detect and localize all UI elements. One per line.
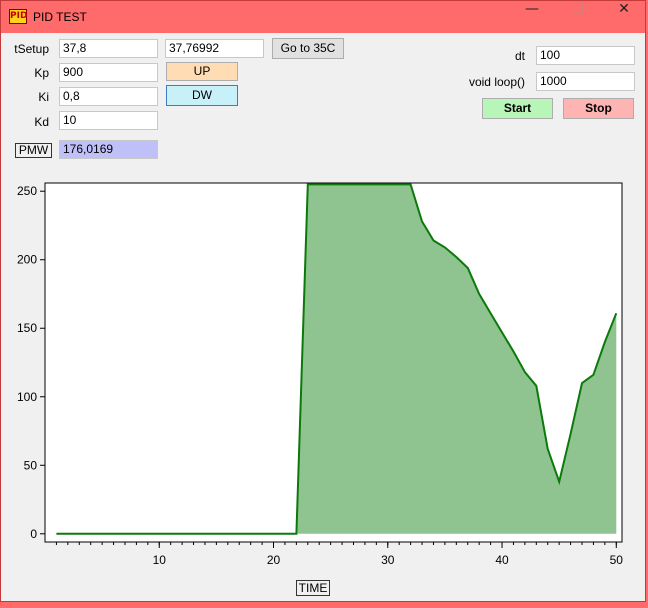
dw-button[interactable]: DW xyxy=(166,85,238,106)
y-tick-label: 50 xyxy=(24,458,38,472)
y-tick-label: 150 xyxy=(17,321,37,335)
void-loop-input[interactable]: 1000 xyxy=(536,72,635,91)
title-bar: PID PID TEST — ☐ ✕ xyxy=(1,1,645,33)
kd-input[interactable]: 10 xyxy=(59,111,158,130)
void-loop-label: void loop() xyxy=(468,75,525,89)
pid-test-window: PID PID TEST — ☐ ✕ tSetup 37,8 37,76992 … xyxy=(0,0,646,602)
close-icon[interactable]: ✕ xyxy=(601,1,647,33)
y-tick-label: 100 xyxy=(17,390,37,404)
maximize-icon[interactable]: ☐ xyxy=(555,1,601,33)
y-tick-label: 250 xyxy=(17,184,37,198)
kd-label: Kd xyxy=(34,115,49,129)
x-tick-label: 50 xyxy=(610,553,624,567)
up-button[interactable]: UP xyxy=(166,62,238,81)
x-tick-label: 30 xyxy=(381,553,395,567)
pwm-chart: 0 50 100 150 200 250 10 20 30 40 50 xyxy=(17,182,624,567)
start-button[interactable]: Start xyxy=(482,98,553,119)
pmw-output-field[interactable]: 176,0169 xyxy=(59,140,158,159)
ki-label: Ki xyxy=(38,90,49,104)
x-tick-label: 10 xyxy=(153,553,167,567)
stop-button[interactable]: Stop xyxy=(563,98,634,119)
y-tick-label: 0 xyxy=(30,527,37,541)
go-to-35c-button[interactable]: Go to 35C xyxy=(272,38,344,59)
x-tick-label: 40 xyxy=(495,553,509,567)
pmw-label: PMW xyxy=(15,143,52,158)
tsetup-input[interactable]: 37,8 xyxy=(59,39,158,58)
pid-app-icon: PID xyxy=(9,9,27,24)
measured-temperature-field[interactable]: 37,76992 xyxy=(165,39,264,58)
kp-input[interactable]: 900 xyxy=(59,63,158,82)
dt-input[interactable]: 100 xyxy=(536,46,635,65)
kp-label: Kp xyxy=(34,66,49,80)
tsetup-label: tSetup xyxy=(14,42,49,56)
x-tick-label: 20 xyxy=(267,553,281,567)
ki-input[interactable]: 0,8 xyxy=(59,87,158,106)
minimize-icon[interactable]: — xyxy=(509,1,555,33)
window-title: PID TEST xyxy=(33,10,87,24)
x-axis-title: TIME xyxy=(296,580,330,596)
dt-label: dt xyxy=(514,49,525,63)
y-tick-label: 200 xyxy=(17,253,37,267)
